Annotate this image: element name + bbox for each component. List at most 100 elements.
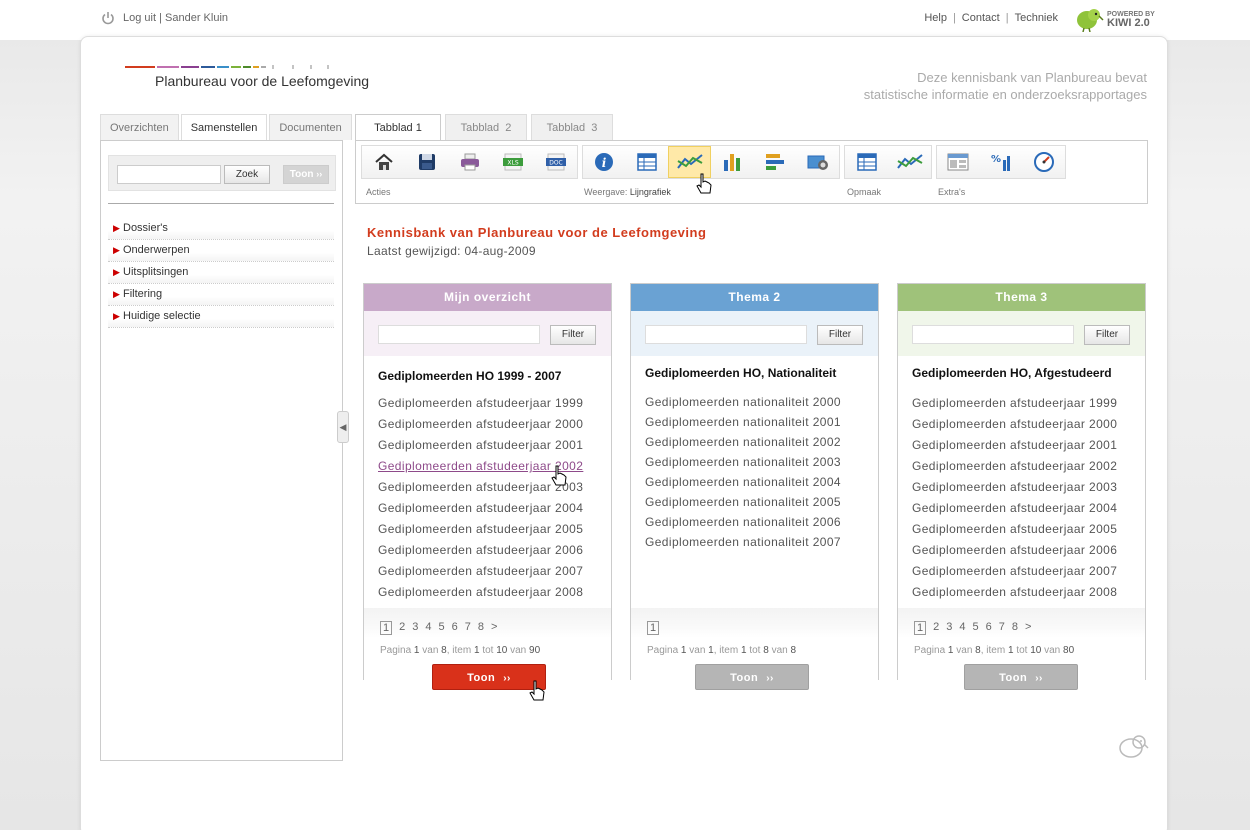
search-input[interactable] (117, 165, 221, 184)
page-link[interactable]: 7 (465, 621, 471, 635)
list-item[interactable]: Gediplomeerden nationaliteit 2005 (645, 492, 841, 512)
toon-button-thema-2[interactable]: Toon ›› (695, 664, 809, 690)
toolbar-group-opmaak (844, 145, 932, 179)
print-icon[interactable] (448, 146, 491, 178)
doc-export-icon[interactable]: DOC (534, 146, 577, 178)
page-link[interactable]: 1 (914, 621, 927, 635)
table-format-icon[interactable] (845, 146, 888, 178)
page-link[interactable]: 6 (986, 621, 992, 635)
page-link[interactable]: 3 (946, 621, 952, 635)
logo-name: Planbureau voor de Leefomgeving (155, 73, 370, 89)
list-item[interactable]: Gediplomeerden afstudeerjaar 2005 (912, 519, 1117, 540)
toon-button-left[interactable]: Toon ›› (283, 165, 329, 184)
list-item[interactable]: Gediplomeerden afstudeerjaar 1999 (912, 393, 1117, 414)
page-link[interactable]: 1 (380, 621, 393, 635)
list-item[interactable]: Gediplomeerden afstudeerjaar 2007 (378, 561, 583, 582)
chevron-right-icon: ▶ (113, 311, 120, 321)
list-item[interactable]: Gediplomeerden afstudeerjaar 2008 (378, 582, 583, 603)
list-item[interactable]: Gediplomeerden afstudeerjaar 2001 (378, 435, 583, 456)
list-item[interactable]: Gediplomeerden afstudeerjaar 2000 (378, 414, 583, 435)
list-item[interactable]: Gediplomeerden afstudeerjaar 2006 (912, 540, 1117, 561)
collapse-panel-handle[interactable]: ◀ (337, 411, 349, 443)
horizontal-bar-icon[interactable] (754, 146, 797, 178)
techniek-link[interactable]: Techniek (1015, 12, 1058, 24)
home-icon[interactable] (362, 146, 405, 178)
search-button[interactable]: Zoek (224, 165, 270, 184)
list-item[interactable]: Gediplomeerden nationaliteit 2007 (645, 532, 841, 552)
page-link[interactable]: 3 (412, 621, 418, 635)
line-format-icon[interactable] (888, 146, 931, 178)
list-item[interactable]: Gediplomeerden afstudeerjaar 1999 (378, 393, 583, 414)
power-icon[interactable] (101, 11, 115, 25)
list-item[interactable]: Gediplomeerden nationaliteit 2000 (645, 392, 841, 412)
filter-button[interactable]: Filter (550, 325, 596, 345)
card-thema-3: Thema 3 Filter Gediplomeerden HO, Afgest… (897, 283, 1146, 680)
bar-chart-icon[interactable] (711, 146, 754, 178)
filter-input[interactable] (378, 325, 540, 344)
page-link[interactable]: 4 (425, 621, 431, 635)
tab-tabblad-1[interactable]: Tabblad 1 (355, 114, 441, 141)
page-link[interactable]: 4 (959, 621, 965, 635)
list-item[interactable]: Gediplomeerden afstudeerjaar 2000 (912, 414, 1117, 435)
pagination: 1 2 3 4 5 6 7 8 > (380, 621, 497, 635)
list-item[interactable]: Gediplomeerden afstudeerjaar 2003 (912, 477, 1117, 498)
table-icon[interactable] (626, 146, 669, 178)
tab-samenstellen[interactable]: Samenstellen (180, 114, 268, 141)
contact-link[interactable]: Contact (962, 12, 1000, 24)
card-subtitle: Gediplomeerden HO 1999 - 2007 (378, 369, 562, 383)
tab-overzichten[interactable]: Overzichten (100, 114, 179, 140)
tab-documenten[interactable]: Documenten (269, 114, 352, 140)
next-page-link[interactable]: > (1025, 621, 1031, 635)
card-header: Thema 3 (898, 284, 1145, 311)
page-link[interactable]: 5 (973, 621, 979, 635)
list-item[interactable]: Gediplomeerden afstudeerjaar 2004 (912, 498, 1117, 519)
dashboard-icon[interactable] (1022, 146, 1065, 178)
tab-tabblad-2[interactable]: Tabblad 2 (445, 114, 527, 140)
nav-item-filtering[interactable]: ▶ Filtering (108, 284, 334, 306)
filter-input[interactable] (645, 325, 807, 344)
filter-button[interactable]: Filter (817, 325, 863, 345)
page-link[interactable]: 2 (933, 621, 939, 635)
list-item[interactable]: Gediplomeerden afstudeerjaar 2004 (378, 498, 583, 519)
list-item[interactable]: Gediplomeerden afstudeerjaar 2005 (378, 519, 583, 540)
save-icon[interactable] (405, 146, 448, 178)
page-link[interactable]: 8 (1012, 621, 1018, 635)
page-info: Pagina 1 van 8, item 1 tot 10 van 80 (914, 645, 1075, 656)
map-icon[interactable] (796, 146, 839, 178)
toon-button-thema-3[interactable]: Toon ›› (964, 664, 1078, 690)
percentage-icon[interactable]: % (980, 146, 1023, 178)
help-link[interactable]: Help (924, 12, 947, 24)
nav-item-uitsplitsingen[interactable]: ▶ Uitsplitsingen (108, 262, 334, 284)
list-item[interactable]: Gediplomeerden nationaliteit 2003 (645, 452, 841, 472)
filter-input[interactable] (912, 325, 1074, 344)
page-link[interactable]: 1 (647, 621, 660, 635)
page-link[interactable]: 5 (439, 621, 445, 635)
page-link[interactable]: 6 (452, 621, 458, 635)
nav-item-onderwerpen[interactable]: ▶ Onderwerpen (108, 240, 334, 262)
layout-icon[interactable] (937, 146, 980, 178)
page-link[interactable]: 8 (478, 621, 484, 635)
weergave-value: Lijngrafiek (629, 187, 671, 197)
hand-cursor-icon (529, 680, 545, 701)
card-subtitle: Gediplomeerden HO, Nationaliteit (645, 366, 837, 380)
list-item[interactable]: Gediplomeerden nationaliteit 2006 (645, 512, 841, 532)
filter-button[interactable]: Filter (1084, 325, 1130, 345)
xls-export-icon[interactable]: XLS (491, 146, 534, 178)
nav-item-huidige-selectie[interactable]: ▶ Huidige selectie (108, 306, 334, 328)
list-item[interactable]: Gediplomeerden afstudeerjaar 2006 (378, 540, 583, 561)
list-item[interactable]: Gediplomeerden afstudeerjaar 2001 (912, 435, 1117, 456)
card-list: Gediplomeerden afstudeerjaar 1999 Gedipl… (378, 393, 583, 603)
next-page-link[interactable]: > (491, 621, 497, 635)
logout-link[interactable]: Log uit (123, 12, 156, 24)
list-item[interactable]: Gediplomeerden afstudeerjaar 2007 (912, 561, 1117, 582)
list-item[interactable]: Gediplomeerden nationaliteit 2004 (645, 472, 841, 492)
list-item[interactable]: Gediplomeerden afstudeerjaar 2002 (912, 456, 1117, 477)
list-item[interactable]: Gediplomeerden nationaliteit 2001 (645, 412, 841, 432)
nav-item-dossiers[interactable]: ▶ Dossier's (108, 218, 334, 240)
list-item[interactable]: Gediplomeerden nationaliteit 2002 (645, 432, 841, 452)
list-item[interactable]: Gediplomeerden afstudeerjaar 2008 (912, 582, 1117, 603)
page-link[interactable]: 7 (999, 621, 1005, 635)
tab-tabblad-3[interactable]: Tabblad 3 (531, 114, 613, 140)
info-icon[interactable]: i (583, 146, 626, 178)
page-link[interactable]: 2 (399, 621, 405, 635)
